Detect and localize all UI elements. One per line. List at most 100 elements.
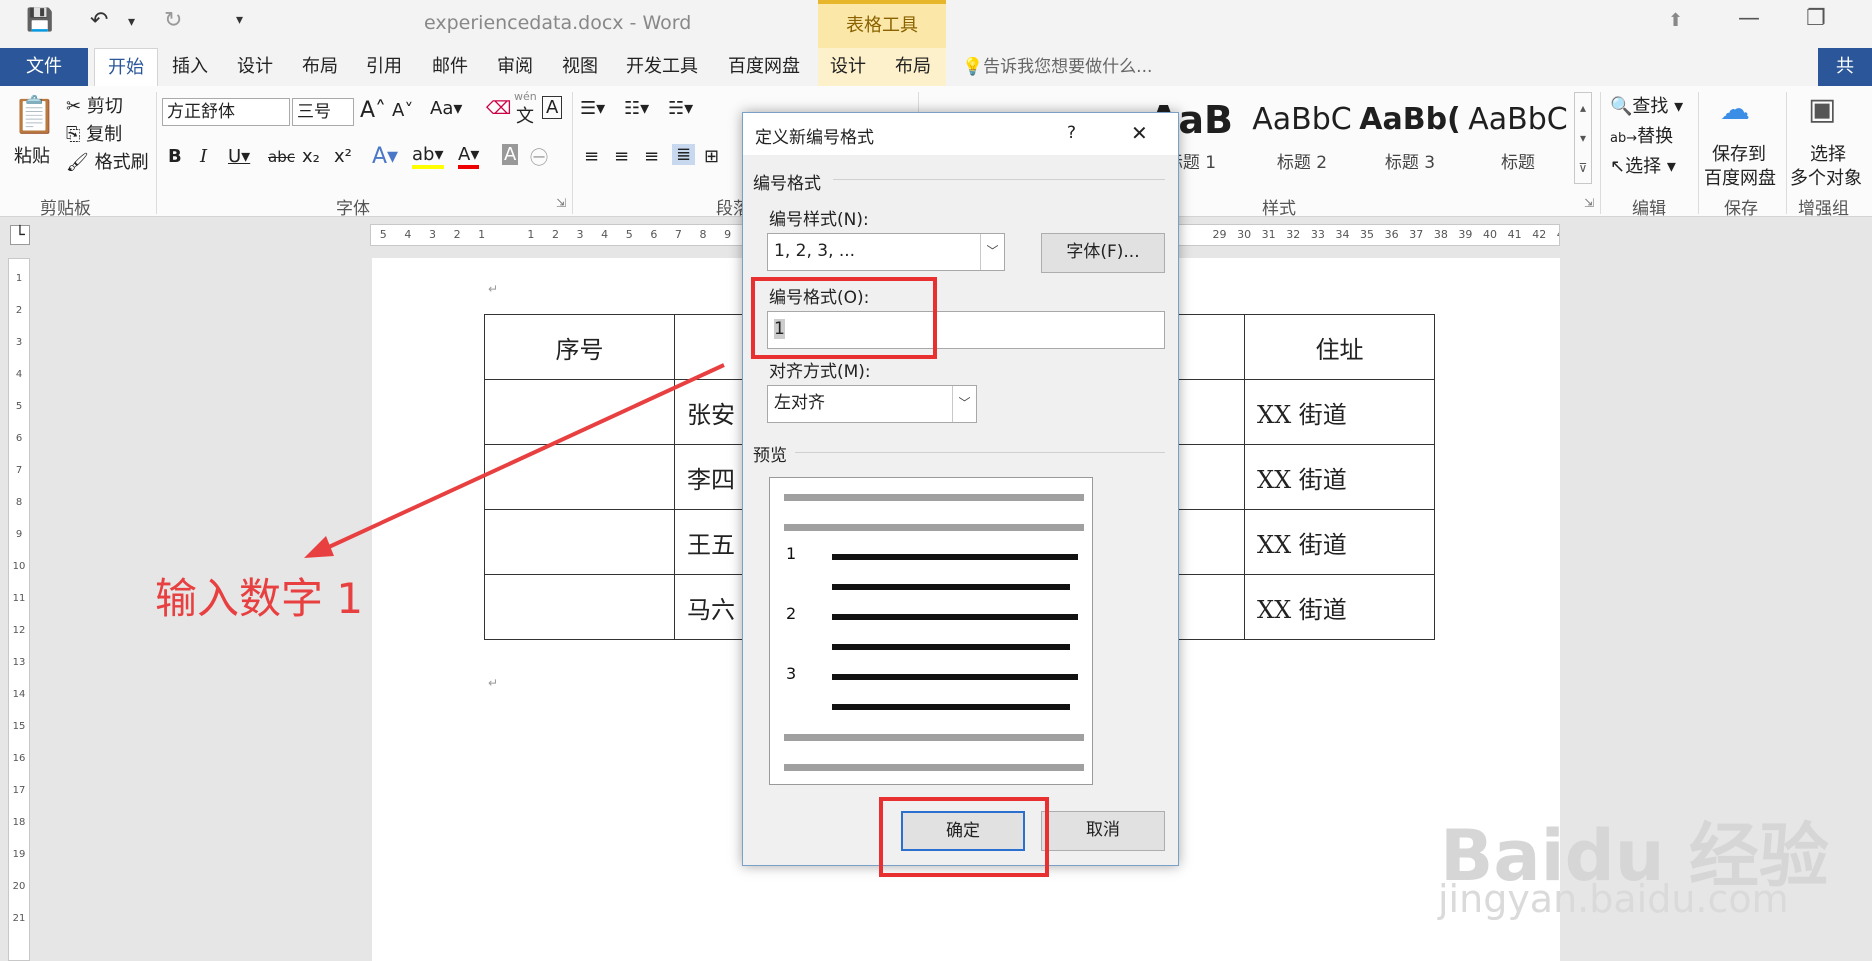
change-case-icon[interactable]: Aa▾ [430,98,462,119]
vruler-tick-label: 1 [15,273,23,284]
tab-review[interactable]: 审阅 [497,48,533,86]
vruler-tick-label: 9 [15,529,23,540]
font-size-combo[interactable]: 三号 [292,98,354,126]
font-color-icon[interactable]: A▾ [458,144,480,169]
save-to-baidu-line2[interactable]: 百度网盘 [1704,164,1776,190]
tab-layout[interactable]: 布局 [302,48,338,86]
pinyin-icon[interactable]: 文 [516,102,534,128]
table-cell[interactable]: XX 街道 [1244,574,1435,640]
superscript-icon[interactable]: x² [334,146,352,167]
distributed-icon[interactable]: ⊞ [704,146,719,167]
font-dialog-launcher-icon[interactable]: ⇲ [556,196,566,210]
preview-line [832,704,1070,710]
save-to-baidu-line1[interactable]: 保存到 [1712,140,1766,166]
tab-references[interactable]: 引用 [366,48,402,86]
tab-developer[interactable]: 开发工具 [626,48,698,86]
char-shading-icon[interactable]: A [502,144,519,165]
vruler-tick-label: 17 [12,785,26,796]
table-cell[interactable]: XX 街道 [1244,379,1435,445]
font-name-combo[interactable]: 方正舒体 [162,98,290,126]
paste-icon[interactable]: 📋 [12,94,57,136]
align-right-icon[interactable]: ≡ [644,146,659,167]
tab-mailings[interactable]: 邮件 [432,48,468,86]
ruler-tick-label: 35 [1360,228,1375,241]
tab-baidu[interactable]: 百度网盘 [728,48,800,86]
ruler-tick-label: 32 [1286,228,1301,241]
brush-icon: 🖌 [66,152,89,173]
highlight-icon[interactable]: ab▾ [412,144,444,169]
char-border-icon[interactable]: A [542,96,563,119]
restore-icon[interactable]: ❐ [1806,6,1826,31]
styles-scroll[interactable]: ▴ ▾ ⊽ [1574,92,1592,184]
styles-dialog-launcher-icon[interactable]: ⇲ [1584,196,1594,210]
ruler-tick-label: 36 [1384,228,1399,241]
tell-me-box[interactable]: 💡告诉我您想要做什么... [962,48,1152,86]
baidu-cloud-icon[interactable]: ☁ [1720,92,1750,127]
select-button[interactable]: ↖选择 ▾ [1610,152,1676,178]
close-icon[interactable]: ✕ [1131,121,1148,145]
table-cell[interactable] [484,574,675,640]
italic-icon[interactable]: I [200,146,207,167]
undo-dropdown-icon[interactable]: ▾ [128,14,135,30]
tab-selector-icon[interactable]: └ [10,225,30,245]
table-cell[interactable] [484,444,675,510]
select-objects-line1[interactable]: 选择 [1810,140,1846,166]
underline-icon[interactable]: U▾ [228,146,250,167]
undo-icon[interactable]: ↶ [90,8,108,33]
redo-icon[interactable]: ↻ [164,8,182,33]
format-painter-button[interactable]: 🖌 格式刷 [66,148,149,174]
table-cell[interactable]: XX 街道 [1244,509,1435,575]
alignment-select[interactable]: 左对齐 ﹀ [767,385,977,423]
align-left-icon[interactable]: ≡ [584,146,599,167]
ribbon-display-icon[interactable]: ⬆ [1668,10,1683,31]
tab-table-layout[interactable]: 布局 [895,48,931,86]
subscript-icon[interactable]: x₂ [302,146,320,167]
preview-line [832,644,1070,650]
cancel-button[interactable]: 取消 [1041,811,1165,851]
style-heading-3[interactable]: AaBb( 标题 3 [1358,92,1462,184]
bullets-icon[interactable]: ☰▾ [580,98,605,119]
table-cell[interactable]: XX 街道 [1244,444,1435,510]
tab-file[interactable]: 文件 [0,48,88,86]
style-heading-2[interactable]: AaBbC 标题 2 [1250,92,1354,184]
share-button[interactable]: 共 [1818,48,1872,86]
save-icon[interactable]: 💾 [26,8,53,33]
paste-button[interactable]: 粘贴 [14,142,50,168]
tab-table-design[interactable]: 设计 [830,48,866,86]
multilevel-list-icon[interactable]: ☵▾ [668,98,693,119]
customize-qat-icon[interactable]: ▾ [236,12,243,28]
cut-button[interactable]: ✂ 剪切 [66,92,123,118]
select-objects-line2[interactable]: 多个对象 [1790,164,1862,190]
ruler-tick-label: 7 [674,228,682,241]
table-cell[interactable] [484,379,675,445]
help-button[interactable]: ? [1067,123,1076,143]
tab-design[interactable]: 设计 [237,48,273,86]
find-button[interactable]: 🔍查找 ▾ [1610,92,1683,118]
align-center-icon[interactable]: ≡ [614,146,629,167]
shrink-font-icon[interactable]: A˅ [392,100,413,121]
table-cell[interactable]: 序号 [484,314,675,380]
replace-button[interactable]: ab→替换 [1610,122,1673,148]
table-cell[interactable] [484,509,675,575]
justify-icon[interactable]: ≣ [672,144,696,165]
clear-format-icon[interactable]: ⌫ [486,98,511,119]
preview-line [784,764,1084,771]
select-objects-icon[interactable]: ▣ [1808,92,1836,127]
enclose-char-icon[interactable]: ㊀ [530,144,548,170]
minimize-icon[interactable]: — [1738,6,1760,31]
strikethrough-icon[interactable]: abc [268,148,295,166]
text-effects-icon[interactable]: A▾ [372,144,398,169]
bold-icon[interactable]: B [168,146,182,167]
number-style-select[interactable]: 1, 2, 3, ... ﹀ [767,233,1005,271]
grow-font-icon[interactable]: A˄ [360,98,386,123]
numbering-icon[interactable]: ☷▾ [624,98,649,119]
ruler-tick-label: 37 [1409,228,1424,241]
tab-home[interactable]: 开始 [94,48,158,88]
tab-insert[interactable]: 插入 [172,48,208,86]
table-cell[interactable]: 住址 [1244,314,1435,380]
tab-view[interactable]: 视图 [562,48,598,86]
vertical-ruler[interactable]: 1 2 3 4 5 6 7 8 9 10 11 12 13 14 15 16 17 18 19 20 21 [8,258,30,961]
copy-button[interactable]: ⎘ 复制 [66,120,122,146]
style-title[interactable]: AaBbC 标题 [1466,92,1570,184]
font-button[interactable]: 字体(F)... [1041,233,1165,273]
